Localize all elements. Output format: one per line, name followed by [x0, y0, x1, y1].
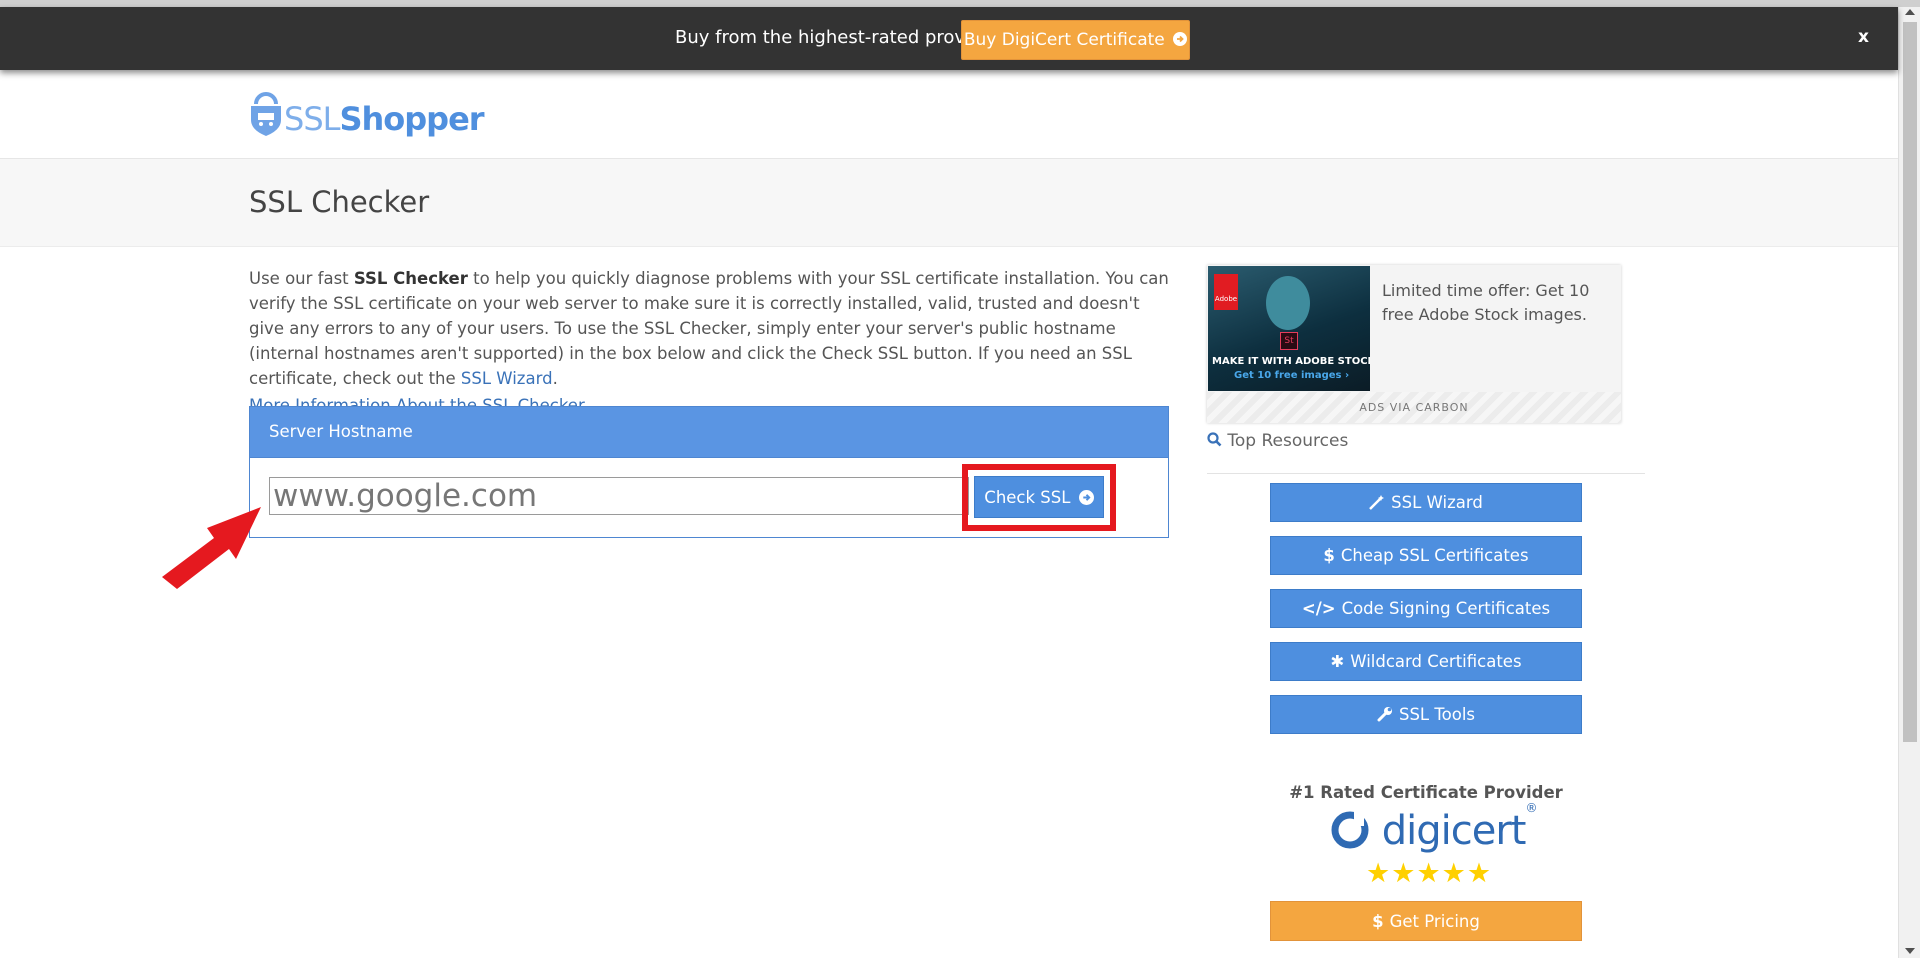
code-signing-label: Code Signing Certificates	[1341, 599, 1551, 618]
page-title: SSL Checker	[249, 185, 430, 219]
shopping-bag-icon	[251, 92, 281, 136]
buy-digicert-label: Buy DigiCert Certificate	[963, 30, 1165, 50]
star-icon: ★	[1391, 858, 1417, 889]
ssl-tools-label: SSL Tools	[1398, 705, 1476, 724]
divider	[1207, 473, 1645, 474]
ad-image-caption: MAKE IT WITH ADOBE STOCK.	[1212, 356, 1370, 367]
top-resources-label: Top Resources	[1227, 431, 1349, 451]
ad-text[interactable]: Limited time offer: Get 10 free Adobe St…	[1382, 279, 1602, 327]
rating-stars: ★★★★★	[1366, 858, 1492, 889]
cheap-ssl-label: Cheap SSL Certificates	[1340, 546, 1529, 565]
ad-image-subcaption: Get 10 free images ›	[1234, 370, 1350, 381]
ad-footer[interactable]: ADS VIA CARBON	[1207, 392, 1621, 423]
check-ssl-label: Check SSL	[984, 488, 1071, 507]
intro-paragraph: Use our fast SSL Checker to help you qui…	[249, 266, 1169, 391]
buy-digicert-button[interactable]: Buy DigiCert Certificate	[961, 20, 1190, 60]
ad-badge: St	[1280, 332, 1298, 350]
code-icon: </>	[1301, 599, 1336, 618]
logo-shopper: Shopper	[339, 100, 484, 138]
search-icon	[1207, 431, 1227, 451]
promo-text: Buy from the highest-rated provider	[675, 27, 1000, 48]
logo-ssl: SSL	[284, 100, 340, 138]
arrow-circle-right-icon	[1076, 488, 1094, 507]
star-icon: ★	[1466, 858, 1493, 889]
title-bar: SSL Checker	[0, 159, 1898, 247]
star-icon: ★	[1441, 858, 1467, 889]
digicert-mark-icon	[1330, 808, 1382, 854]
logo-text: SSLShopper	[284, 100, 485, 138]
scrollbar-thumb[interactable]	[1903, 22, 1917, 742]
browser-top-edge	[0, 0, 1920, 7]
asterisk-icon: ✱	[1330, 652, 1345, 671]
sslshopper-logo[interactable]: SSLShopper	[249, 90, 485, 140]
wrench-icon	[1377, 696, 1393, 733]
ssl-tools-button[interactable]: SSL Tools	[1270, 695, 1582, 734]
hostname-input[interactable]	[269, 477, 969, 515]
adobe-logo: Adobe	[1214, 274, 1238, 310]
arrow-circle-right-icon	[1170, 30, 1188, 50]
main-content: Use our fast SSL Checker to help you qui…	[249, 266, 1169, 415]
code-signing-button[interactable]: </> Code Signing Certificates	[1270, 589, 1582, 628]
intro-bold: SSL Checker	[353, 269, 468, 288]
ssl-wizard-label: SSL Wizard	[1391, 493, 1483, 512]
carbon-ad[interactable]: Adobe St MAKE IT WITH ADOBE STOCK. Get 1…	[1207, 265, 1621, 423]
star-icon: ★	[1366, 858, 1392, 889]
star-icon: ★	[1416, 858, 1442, 889]
dollar-icon: $	[1323, 546, 1335, 565]
site-header: SSLShopper	[0, 70, 1898, 159]
intro-text-1: Use our fast	[249, 269, 354, 288]
rated-provider-title: #1 Rated Certificate Provider	[1289, 783, 1563, 802]
intro-end: .	[552, 369, 558, 388]
scroll-down-arrow-icon[interactable]	[1905, 948, 1915, 954]
dollar-icon: $	[1372, 912, 1384, 931]
ssl-wizard-link[interactable]: SSL Wizard	[461, 369, 553, 388]
panel-heading: Server Hostname	[250, 407, 1168, 458]
page-scrollbar[interactable]	[1898, 7, 1920, 958]
promo-bar: Buy from the highest-rated provider Buy …	[0, 7, 1898, 70]
registered-mark: ®	[1525, 800, 1537, 815]
close-promo-button[interactable]: x	[1858, 27, 1869, 47]
cheap-ssl-button[interactable]: $ Cheap SSL Certificates	[1270, 536, 1582, 575]
digicert-wordmark: digicert	[1381, 808, 1527, 854]
digicert-logo[interactable]: digicert®	[1330, 801, 1537, 854]
get-pricing-button[interactable]: $ Get Pricing	[1270, 901, 1582, 941]
red-arrow-annotation	[158, 503, 268, 597]
wildcard-label: Wildcard Certificates	[1350, 652, 1522, 671]
top-resources-heading: Top Resources	[1207, 431, 1348, 451]
get-pricing-label: Get Pricing	[1389, 912, 1480, 931]
ssl-wizard-button[interactable]: SSL Wizard	[1270, 483, 1582, 522]
scroll-up-arrow-icon[interactable]	[1905, 9, 1915, 15]
check-ssl-button[interactable]: Check SSL	[974, 476, 1104, 518]
magic-wand-icon	[1369, 484, 1385, 521]
ad-image[interactable]: Adobe St MAKE IT WITH ADOBE STOCK. Get 1…	[1208, 266, 1370, 391]
ad-portrait	[1266, 276, 1310, 330]
wildcard-button[interactable]: ✱ Wildcard Certificates	[1270, 642, 1582, 681]
